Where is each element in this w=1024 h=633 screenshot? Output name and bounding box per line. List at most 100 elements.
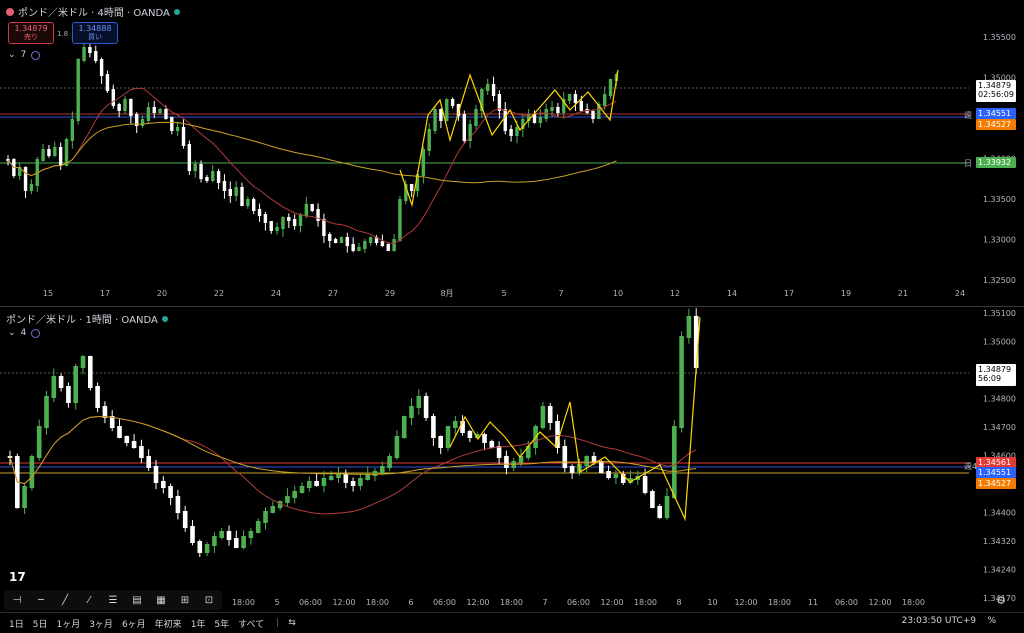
market-open-icon: [173, 8, 180, 15]
symbol-title: ポンド／米ドル · 1時間 · OANDA: [6, 315, 158, 326]
price-tag-text: 1.34527: [978, 120, 1011, 129]
fib-icon[interactable]: ☰: [106, 594, 120, 606]
last-price-tag: 1.3487902:56:09: [976, 80, 1016, 102]
range-1m[interactable]: 1ヶ月: [56, 617, 80, 630]
candle-body: [170, 117, 174, 131]
eye-icon[interactable]: [31, 50, 41, 60]
pitchfork-icon[interactable]: ▦: [154, 594, 168, 606]
candle-body: [562, 446, 568, 468]
frame-icon[interactable]: ⊡: [202, 594, 216, 606]
price-tick: 1.35000: [983, 338, 1016, 347]
price-tick: 1.34240: [983, 566, 1016, 575]
candle-body: [246, 199, 250, 206]
candle-body: [453, 421, 458, 428]
time-tick: 7: [542, 598, 547, 607]
eye-icon[interactable]: [31, 328, 41, 338]
candle-body: [433, 109, 437, 131]
candle-body: [88, 47, 92, 53]
chart-pane-1h[interactable]: 1.351001.350001.349001.348001.347001.346…: [0, 306, 1024, 613]
tradingview-logo-icon[interactable]: 17: [9, 570, 26, 584]
candle-body: [228, 189, 232, 196]
candle-body: [328, 234, 332, 241]
candle-body: [606, 471, 611, 478]
candle-body: [363, 241, 367, 249]
price-tick: 1.33000: [983, 236, 1016, 245]
percent-toggle[interactable]: %: [987, 616, 996, 626]
candle-body: [292, 219, 297, 226]
candle-body: [64, 139, 69, 166]
range-1d[interactable]: 1日: [9, 617, 24, 630]
symbol-header-4h[interactable]: ポンド／米ドル · 4時間 · OANDA: [6, 4, 180, 19]
symbol-title: ポンド／米ドル · 4時間 · OANDA: [18, 8, 170, 19]
candle-body: [336, 474, 341, 478]
candle-body: [187, 144, 192, 171]
candle-body: [316, 209, 320, 221]
time-tick: 7: [558, 289, 563, 298]
indicator-toggle-4h[interactable]: ⌄ 7: [8, 50, 41, 60]
time-tick: 12:00: [332, 598, 355, 607]
candle-body: [343, 474, 349, 483]
buy-button[interactable]: 1.34888 買い: [72, 22, 118, 44]
clock[interactable]: 23:03:50 UTC+9: [902, 616, 976, 626]
time-tick: 12:00: [600, 598, 623, 607]
candle-body: [197, 541, 203, 553]
bottom-toolbar[interactable]: 1日 5日 1ヶ月 3ヶ月 6ヶ月 年初来 1年 5年 すべて | ⇆: [0, 612, 1024, 633]
cursor-icon[interactable]: ⊣: [10, 594, 24, 606]
trend-line-icon[interactable]: ╱: [58, 594, 72, 606]
candle-body: [491, 84, 496, 96]
candle-body: [409, 406, 414, 418]
grid-icon[interactable]: ⊞: [178, 594, 192, 606]
price-tag-text: 1.34551: [978, 468, 1011, 477]
range-ytd[interactable]: 年初来: [155, 617, 182, 630]
candle-body: [450, 99, 455, 106]
candle-body: [369, 237, 373, 243]
candle-body: [351, 244, 355, 251]
candle-body: [175, 496, 181, 513]
candle-body: [146, 107, 151, 121]
sell-button[interactable]: 1.34879 売り: [8, 22, 54, 44]
candle-body: [234, 187, 238, 196]
range-6m[interactable]: 6ヶ月: [122, 617, 146, 630]
gear-icon[interactable]: ⚙: [996, 594, 1006, 607]
chart-pane-4h[interactable]: 1.355001.350001.345001.340001.335001.330…: [0, 0, 1024, 304]
candle-body: [117, 104, 121, 111]
channel-icon[interactable]: ▤: [130, 594, 144, 606]
candle-body: [82, 47, 86, 61]
candle-body: [47, 149, 51, 156]
candle-body: [111, 89, 115, 106]
candle-body: [358, 478, 363, 486]
candle-body: [124, 436, 130, 443]
candle-body: [547, 406, 553, 423]
price-chart-1h[interactable]: 1.351001.350001.349001.348001.347001.346…: [0, 307, 1024, 613]
candle-body: [211, 171, 215, 181]
candle-body: [146, 456, 151, 468]
drawing-toolbar[interactable]: ⊣ ─ ╱ ⁄ ☰ ▤ ▦ ⊞ ⊡: [4, 590, 222, 610]
candle-body: [76, 59, 80, 121]
horizontal-line-icon[interactable]: ─: [34, 594, 48, 606]
candle-body: [36, 426, 42, 458]
candle-body: [339, 237, 344, 243]
date-range-icon[interactable]: ⇆: [288, 618, 296, 628]
time-tick: 5: [274, 598, 279, 607]
range-5y[interactable]: 5年: [214, 617, 229, 630]
time-tick: 18:00: [500, 598, 523, 607]
range-1y[interactable]: 1年: [191, 617, 206, 630]
price-tick: 1.35500: [983, 33, 1016, 42]
range-5d[interactable]: 5日: [33, 617, 48, 630]
range-all[interactable]: すべて: [238, 617, 264, 630]
range-3m[interactable]: 3ヶ月: [89, 617, 113, 630]
candle-body: [152, 107, 156, 113]
price-chart-4h[interactable]: 1.355001.350001.345001.340001.335001.330…: [0, 0, 1024, 304]
candle-body: [51, 376, 57, 398]
time-tick: 15: [43, 289, 53, 298]
price-tag-sub: 02:56:09: [978, 90, 1014, 99]
indicator-toggle-1h[interactable]: ⌄ 4: [8, 328, 41, 338]
time-tick: 18:00: [232, 598, 255, 607]
ray-icon[interactable]: ⁄: [82, 594, 96, 606]
candle-body: [99, 59, 104, 76]
symbol-header-1h[interactable]: ポンド／米ドル · 1時間 · OANDA: [6, 311, 168, 326]
candle-body: [679, 336, 684, 428]
candle-body: [603, 94, 607, 106]
candle-body: [544, 109, 548, 119]
candle-body: [642, 476, 648, 493]
